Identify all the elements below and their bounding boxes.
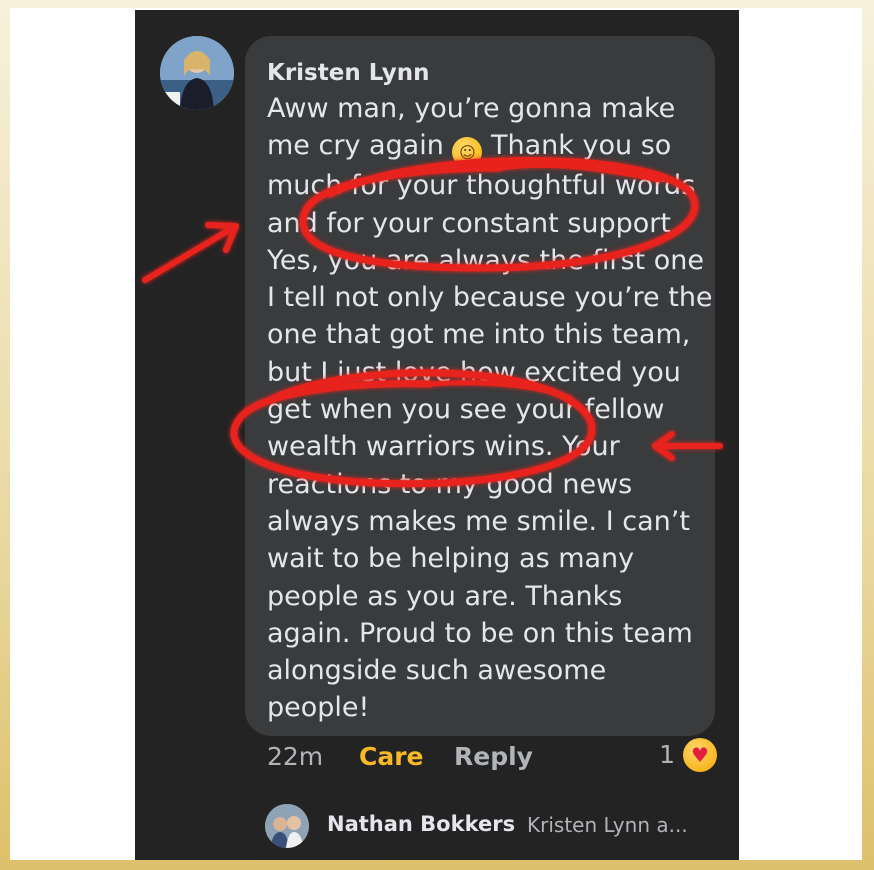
comment-line: people! (267, 692, 370, 724)
commenter-avatar[interactable] (160, 36, 234, 110)
comment-author-name[interactable]: Kristen Lynn (267, 60, 430, 86)
comment-bubble: Kristen Lynn Aww man, you’re gonna make … (245, 36, 715, 736)
comment-text: Aww man, you’re gonna make me cry again … (267, 90, 713, 727)
care-reaction-icon[interactable]: ♥ (683, 738, 717, 772)
comment-line: much for your thoughtful words (267, 170, 696, 202)
comment-line: but I just love how excited you (267, 356, 681, 388)
comment-line-part: me cry again (267, 130, 444, 162)
comment-line: reactions to my good news (267, 468, 633, 500)
comment-line-part: Thank you so (482, 130, 672, 162)
comment-line: I tell not only because you’re the (267, 282, 713, 314)
comment-line: again. Proud to be on this team (267, 617, 693, 649)
comment-line: alongside such awesome (267, 655, 607, 687)
replier-avatar[interactable] (265, 804, 309, 848)
reaction-count[interactable]: 1 (659, 740, 675, 769)
comment-line: wait to be helping as many (267, 543, 635, 575)
comment-line: one that got me into this team, (267, 319, 691, 351)
comment-line: me cry again ☺ Thank you so (267, 127, 707, 168)
comment-line: and for your constant support. (267, 207, 680, 239)
comment-line: people as you are. Thanks (267, 580, 623, 612)
comment-line: Yes, you are always the first one (267, 244, 704, 276)
smiling-face-emoji-icon: ☺ (452, 137, 483, 168)
comment-line: get when you see your fellow (267, 394, 665, 426)
comment-line: Aww man, you’re gonna make (267, 93, 676, 124)
reply-button[interactable]: Reply (454, 742, 533, 771)
replier-name[interactable]: Nathan Bokkers (327, 812, 515, 836)
reply-preview-text: Kristen Lynn a... (527, 813, 688, 837)
comment-line: wealth warriors wins. Your (267, 431, 620, 463)
reply-preview-row[interactable]: Nathan Bokkers Kristen Lynn a... (265, 800, 735, 850)
comment-line: always makes me smile. I can’t (267, 505, 690, 537)
phone-screen: Kristen Lynn Aww man, you’re gonna make … (135, 10, 739, 860)
comment-actions: 22m Care Reply 1 ♥ (267, 738, 717, 778)
care-reaction-button[interactable]: Care (359, 742, 424, 771)
comment-timestamp: 22m (267, 742, 324, 771)
